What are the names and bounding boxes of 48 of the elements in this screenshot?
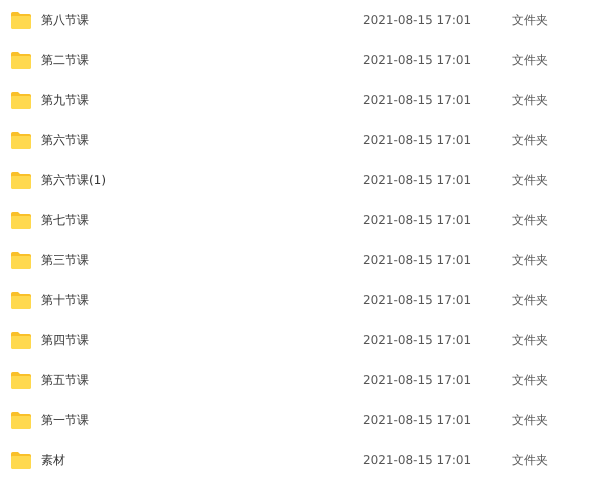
file-name[interactable]: 第二节课 [41,51,341,69]
folder-icon [10,92,32,108]
folder-icon [10,252,32,268]
file-name[interactable]: 第一节课 [41,411,341,429]
modified-date: 2021-08-15 17:01 [363,172,472,189]
modified-date: 2021-08-15 17:01 [363,92,472,109]
file-type: 文件夹 [512,452,548,469]
file-type: 文件夹 [512,92,548,109]
file-type: 文件夹 [512,12,548,29]
modified-date: 2021-08-15 17:01 [363,452,472,469]
modified-date: 2021-08-15 17:01 [363,52,472,69]
file-type: 文件夹 [512,292,548,309]
folder-icon [10,212,32,228]
modified-date: 2021-08-15 17:01 [363,252,472,269]
folder-icon [10,452,32,468]
file-name[interactable]: 第六节课 [41,131,341,149]
folder-icon [10,372,32,388]
folder-icon [10,412,32,428]
file-name[interactable]: 第十节课 [41,291,341,309]
file-name[interactable]: 第九节课 [41,91,341,109]
modified-date: 2021-08-15 17:01 [363,292,472,309]
folder-icon [10,52,32,68]
file-type: 文件夹 [512,372,548,389]
modified-date: 2021-08-15 17:01 [363,132,472,149]
file-name[interactable]: 第六节课(1) [41,171,341,189]
file-type: 文件夹 [512,172,548,189]
modified-date: 2021-08-15 17:01 [363,12,472,29]
folder-icon [10,172,32,188]
folder-icon [10,292,32,308]
file-name[interactable]: 第八节课 [41,11,341,29]
file-type: 文件夹 [512,212,548,229]
modified-date: 2021-08-15 17:01 [363,212,472,229]
folder-icon [10,332,32,348]
folder-icon [10,132,32,148]
folder-icon [10,12,32,28]
modified-date: 2021-08-15 17:01 [363,372,472,389]
file-type: 文件夹 [512,332,548,349]
file-type: 文件夹 [512,132,548,149]
file-name[interactable]: 第五节课 [41,371,341,389]
modified-date: 2021-08-15 17:01 [363,412,472,429]
modified-date: 2021-08-15 17:01 [363,332,472,349]
file-name[interactable]: 第三节课 [41,251,341,269]
file-type: 文件夹 [512,52,548,69]
file-name[interactable]: 素材 [41,451,341,469]
file-name[interactable]: 第七节课 [41,211,341,229]
file-name[interactable]: 第四节课 [41,331,341,349]
file-type: 文件夹 [512,412,548,429]
file-type: 文件夹 [512,252,548,269]
